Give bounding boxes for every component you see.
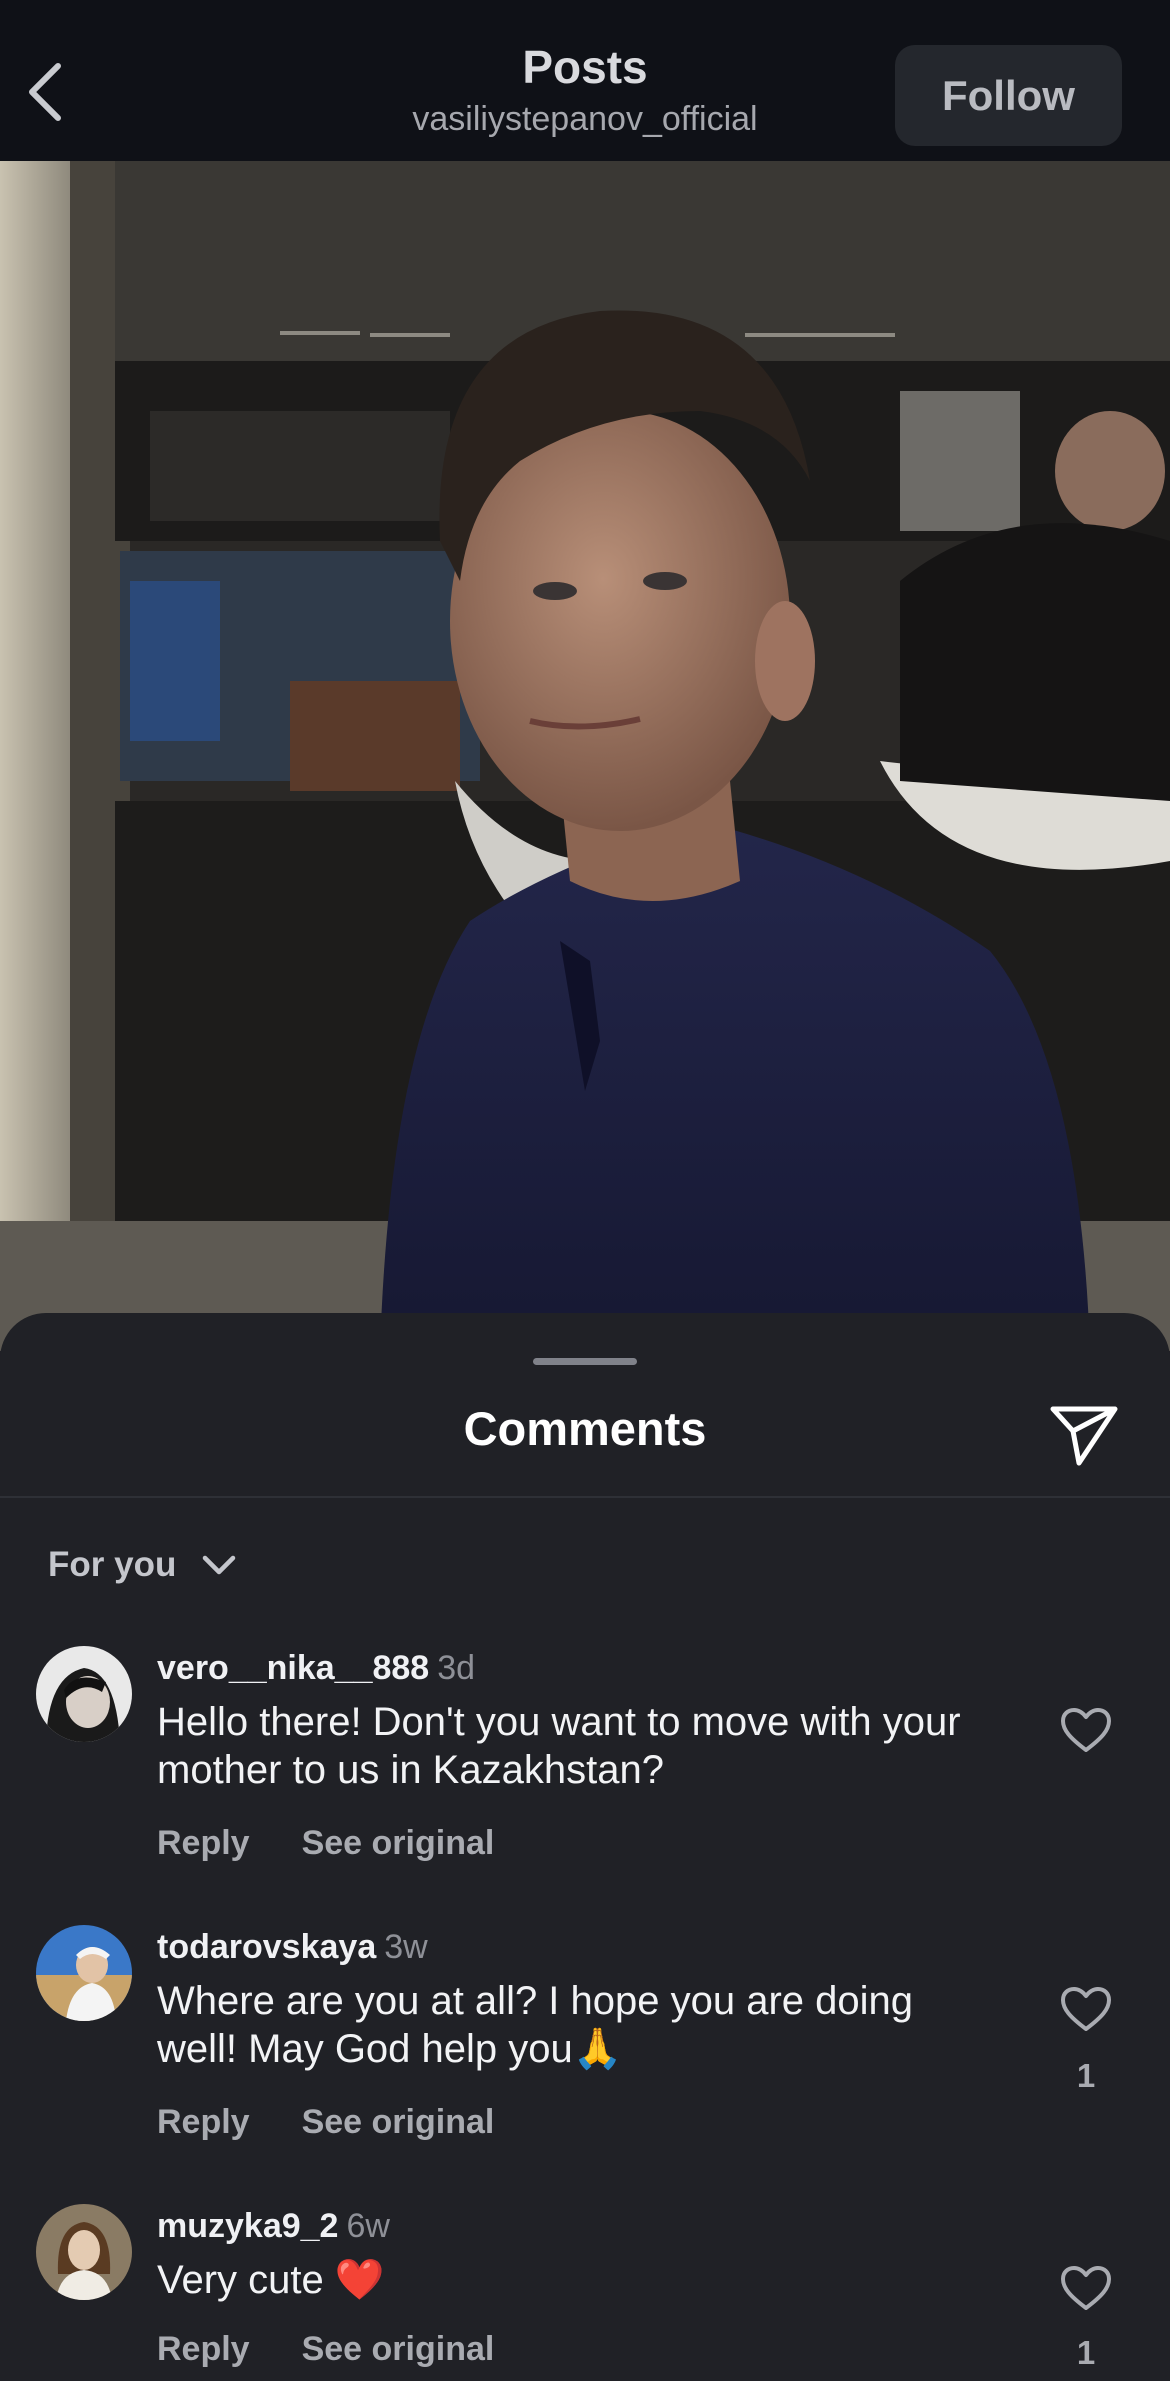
like-button[interactable] (1058, 1981, 1114, 2037)
comment-username[interactable]: todarovskaya (157, 1928, 376, 1966)
comment-actions: Reply See original (157, 2330, 494, 2369)
avatar[interactable] (36, 1646, 132, 1742)
like-count: 1 (1076, 2334, 1096, 2371)
reply-button[interactable]: Reply (157, 1824, 250, 1863)
paper-plane-icon (1050, 1406, 1118, 1466)
reply-button[interactable]: Reply (157, 2330, 250, 2369)
heart-icon (1061, 2266, 1111, 2310)
see-original-button[interactable]: See original (302, 1824, 495, 1863)
see-original-button[interactable]: See original (302, 2103, 495, 2142)
avatar[interactable] (36, 1925, 132, 2021)
chevron-down-icon (203, 1555, 236, 1575)
comment-username[interactable]: vero__nika__888 (157, 1649, 429, 1687)
comments-title: Comments (463, 1402, 707, 1455)
like-button[interactable] (1058, 1702, 1114, 1758)
comment-header: vero__nika__888 3d (157, 1646, 475, 1690)
comment-actions: Reply See original (157, 1824, 494, 1863)
comment-actions: Reply See original (157, 2103, 494, 2142)
post-page: Posts vasiliystepanov_official Follow Co… (0, 0, 1170, 2381)
sort-dropdown[interactable]: For you (48, 1535, 236, 1595)
comment-text: Hello there! Don't you want to move with… (157, 1700, 961, 1792)
comment-header: muzyka9_2 6w (157, 2204, 390, 2248)
comment-text: Very cute ❤️ (157, 2258, 385, 2302)
photo-illustration (0, 161, 1170, 1351)
sheet-drag-handle[interactable] (533, 1358, 637, 1365)
comment-text: Where are you at all? I hope you are doi… (157, 1979, 914, 2071)
share-button[interactable] (1045, 1400, 1123, 1470)
comments-sheet: Comments For you vero__nika__888 3d Hell… (0, 1313, 1170, 2381)
like-button[interactable] (1058, 2260, 1114, 2316)
like-count: 1 (1076, 2057, 1096, 2094)
avatar[interactable] (36, 2204, 132, 2300)
comment-username[interactable]: muzyka9_2 (157, 2207, 338, 2245)
reply-button[interactable]: Reply (157, 2103, 250, 2142)
comment-item: muzyka9_2 6w Very cute ❤️ Reply See origi… (0, 2204, 1170, 2381)
sort-label: For you (48, 1545, 177, 1584)
comment-item: todarovskaya 3w Where are you at all? I h… (0, 1925, 1170, 2165)
see-original-button[interactable]: See original (302, 2330, 495, 2369)
post-photo[interactable] (0, 161, 1170, 1351)
sheet-divider (0, 1496, 1170, 1498)
top-bar: Posts vasiliystepanov_official Follow (0, 0, 1170, 161)
comment-time: 3w (384, 1928, 428, 1966)
comment-time: 6w (346, 2207, 390, 2245)
comment-header: todarovskaya 3w (157, 1925, 428, 1969)
follow-button[interactable]: Follow (895, 45, 1122, 146)
comment-item: vero__nika__888 3d Hello there! Don't you… (0, 1646, 1170, 1886)
comment-time: 3d (437, 1649, 476, 1687)
heart-icon (1061, 1708, 1111, 1752)
heart-icon (1061, 1987, 1111, 2031)
